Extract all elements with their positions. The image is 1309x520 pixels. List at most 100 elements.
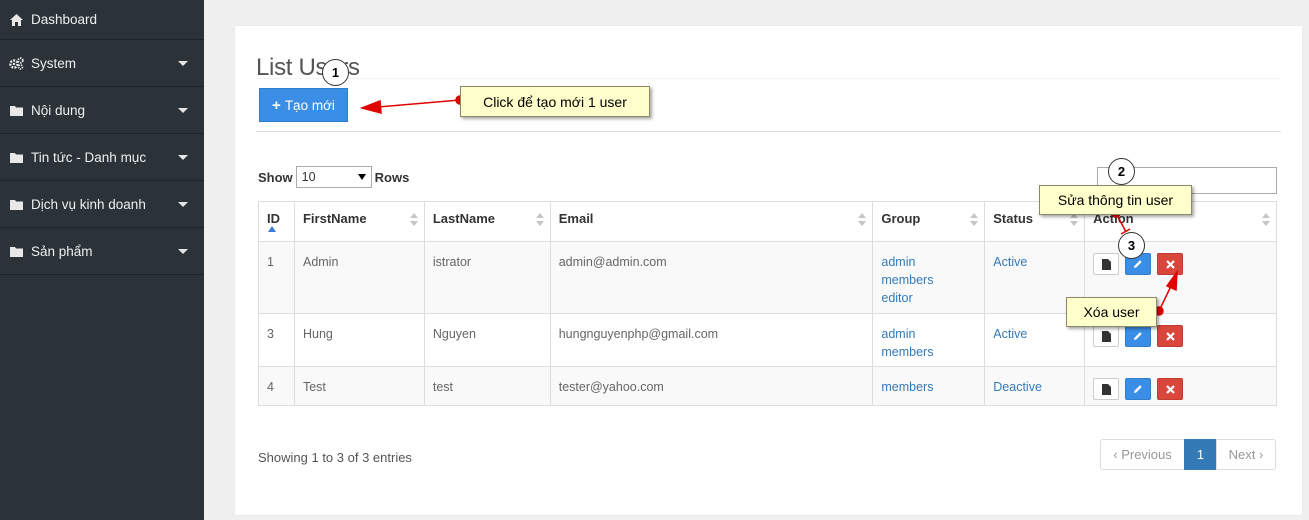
chevron-left-icon: ‹ [1113, 447, 1122, 462]
callout-edit: Sửa thông tin user [1039, 185, 1192, 215]
file-icon [1101, 330, 1111, 342]
sidebar-item-label: Sản phẩm [31, 243, 93, 259]
sidebar-item-dich-vu[interactable]: Dịch vụ kinh doanh [0, 181, 204, 228]
gears-icon [8, 56, 24, 70]
cell-action [1084, 366, 1277, 406]
folder-icon [8, 244, 24, 258]
cell-group: admin members [872, 313, 986, 367]
column-header-lastname[interactable]: LastName [423, 201, 551, 242]
view-button[interactable] [1093, 253, 1120, 275]
delete-button[interactable] [1157, 325, 1184, 347]
view-button[interactable] [1093, 378, 1120, 400]
page-1-button[interactable]: 1 [1184, 439, 1217, 470]
column-header-id[interactable]: ID [258, 201, 295, 242]
cell-email: hungnguyenphp@gmail.com [549, 313, 874, 367]
cell-email: tester@yahoo.com [549, 366, 874, 406]
chevron-down-icon [178, 107, 188, 113]
show-label: Show [258, 169, 293, 185]
folder-icon [8, 103, 24, 117]
create-user-button[interactable]: + Tạo mới [259, 88, 348, 122]
cell-firstname: Test [293, 366, 425, 406]
callout-delete: Xóa user [1066, 297, 1157, 327]
main-panel: List Users + Tạo mới Show 10 Rows ID Fir… [235, 26, 1302, 515]
status-link[interactable]: Active [993, 325, 1076, 343]
sidebar-item-label: Dashboard [31, 12, 98, 27]
folder-icon [8, 150, 24, 164]
close-icon [1165, 331, 1175, 341]
sidebar-item-noi-dung[interactable]: Nội dung [0, 87, 204, 134]
chevron-right-icon: › [1255, 447, 1264, 462]
pencil-icon [1134, 332, 1142, 340]
column-header-email[interactable]: Email [549, 201, 874, 242]
file-icon [1101, 258, 1111, 270]
status-link[interactable]: Deactive [993, 378, 1076, 396]
action-buttons [1093, 378, 1268, 400]
action-buttons [1093, 253, 1268, 275]
next-page-button[interactable]: Next › [1216, 439, 1276, 470]
group-link[interactable]: admin [881, 325, 976, 343]
cell-id: 1 [258, 241, 295, 314]
cell-group: admin members editor [872, 241, 986, 314]
cell-firstname: Admin [293, 241, 425, 314]
column-header-firstname[interactable]: FirstName [293, 201, 425, 242]
callout-create: Click để tạo mới 1 user [460, 86, 650, 117]
divider [256, 131, 1281, 132]
cell-id: 3 [258, 313, 295, 367]
sidebar-item-label: System [31, 55, 77, 71]
sort-icon [970, 213, 979, 227]
cell-group: members [872, 366, 986, 406]
page-size-value: 10 [301, 170, 316, 184]
sidebar-item-dashboard[interactable]: Dashboard [0, 0, 204, 40]
cell-id: 4 [258, 366, 295, 406]
sort-icon [409, 213, 418, 227]
edit-button[interactable] [1125, 325, 1152, 347]
folder-icon [8, 197, 24, 211]
group-link[interactable]: members [881, 378, 976, 396]
file-icon [1101, 383, 1111, 395]
column-header-group[interactable]: Group [872, 201, 986, 242]
action-buttons [1093, 325, 1268, 347]
delete-button[interactable] [1157, 378, 1184, 400]
step-marker-2: 2 [1108, 158, 1135, 185]
delete-button[interactable] [1157, 253, 1184, 275]
cell-email: admin@admin.com [549, 241, 874, 314]
cell-lastname: test [423, 366, 551, 406]
chevron-down-icon [178, 154, 188, 160]
status-link[interactable]: Active [993, 253, 1076, 271]
pagination: ‹ Previous 1 Next › [1100, 439, 1276, 470]
sidebar-item-label: Nội dung [31, 102, 86, 118]
create-user-label: Tạo mới [284, 97, 335, 113]
edit-button[interactable] [1125, 378, 1152, 400]
rows-label: Rows [374, 169, 410, 185]
plus-icon: + [272, 96, 281, 114]
close-icon [1165, 384, 1175, 394]
chevron-down-icon [178, 60, 188, 66]
divider [256, 78, 1281, 79]
table-row: 4 Test test tester@yahoo.com members Dea… [258, 366, 1277, 406]
sidebar-item-label: Tin tức - Danh mục [31, 149, 147, 165]
pencil-icon [1134, 260, 1142, 268]
table-info: Showing 1 to 3 of 3 entries [258, 450, 412, 465]
sort-icon [1070, 213, 1079, 227]
sidebar-item-tin-tuc[interactable]: Tin tức - Danh mục [0, 134, 204, 181]
sort-ascending-icon [268, 226, 276, 232]
chevron-down-icon [178, 248, 188, 254]
sidebar-item-san-pham[interactable]: Sản phẩm [0, 228, 204, 275]
sidebar: Dashboard System Nội dung Tin tức - Danh… [0, 0, 204, 520]
group-link[interactable]: members [881, 343, 976, 361]
dropdown-arrow-icon [357, 174, 366, 180]
sidebar-item-system[interactable]: System [0, 40, 204, 87]
cell-status: Deactive [984, 366, 1086, 406]
group-link[interactable]: admin [881, 253, 976, 271]
step-marker-3: 3 [1118, 232, 1145, 259]
home-icon [8, 13, 24, 27]
group-link[interactable]: members [881, 271, 976, 289]
sort-icon [535, 213, 544, 227]
previous-page-button[interactable]: ‹ Previous [1100, 439, 1185, 470]
sidebar-item-label: Dịch vụ kinh doanh [31, 196, 146, 212]
chevron-down-icon [178, 201, 188, 207]
page-size-select[interactable]: 10 [295, 166, 372, 188]
view-button[interactable] [1093, 325, 1120, 347]
cell-lastname: istrator [423, 241, 551, 314]
group-link[interactable]: editor [881, 289, 976, 307]
